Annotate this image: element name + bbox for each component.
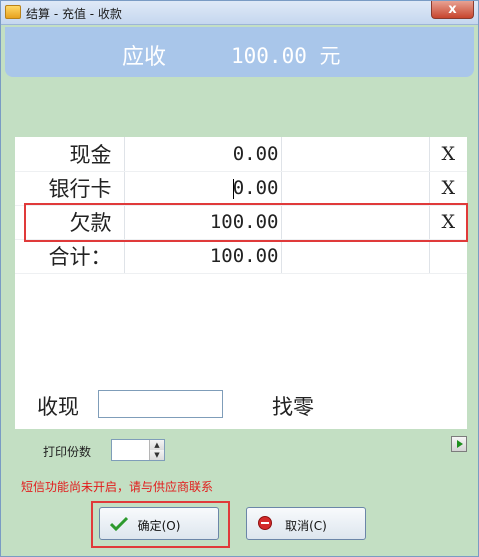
total-label: 合计： — [15, 239, 125, 274]
title-bar[interactable]: 结算 - 充值 - 收款 x — [1, 1, 478, 25]
payment-amount-input[interactable]: 0.00 — [124, 171, 282, 206]
spin-up-icon[interactable]: ▲ — [149, 440, 164, 450]
payment-amount-value: 0.00 — [232, 177, 279, 199]
payment-panel: 现金 0.00 X 银行卡 0.00 X 欠款 100.00 X 合计： 100… — [15, 137, 467, 429]
cancel-button-label: 取消(C) — [285, 519, 327, 533]
total-amount: 100.00 — [124, 239, 282, 274]
change-label: 找零 — [272, 395, 314, 419]
payment-name: 现金 — [15, 137, 125, 172]
payment-row-bank-card: 银行卡 0.00 X — [15, 171, 467, 206]
payment-blank-cell — [281, 171, 430, 206]
cash-received-input[interactable] — [98, 390, 223, 418]
clear-button[interactable]: X — [429, 137, 467, 172]
window-title: 结算 - 充值 - 收款 — [26, 7, 122, 21]
confirm-button[interactable]: 确定(O) — [99, 507, 219, 540]
total-clear-cell — [429, 239, 467, 274]
print-copies-label: 打印份数 — [43, 445, 92, 459]
amount-due-header: 应收 100.00 元 — [5, 27, 474, 77]
payment-blank-cell — [281, 137, 430, 172]
play-arrow-icon[interactable] — [451, 436, 467, 452]
confirm-button-label: 确定(O) — [137, 519, 181, 533]
clear-button[interactable]: X — [429, 171, 467, 206]
close-button[interactable]: x — [431, 1, 474, 19]
cash-received-label: 收现 — [37, 395, 79, 419]
spin-down-icon[interactable]: ▼ — [149, 450, 164, 460]
amount-due-value: 100.00 元 — [231, 44, 341, 68]
amount-due-label: 应收 — [122, 45, 167, 70]
cancel-button[interactable]: 取消(C) — [246, 507, 366, 540]
sms-notice: 短信功能尚未开启，请与供应商联系 — [21, 480, 214, 494]
app-icon — [5, 5, 21, 19]
print-copies-stepper[interactable]: ▲ ▼ — [111, 439, 165, 461]
checkout-window: 结算 - 充值 - 收款 x 应收 100.00 元 现金 0.00 X 银行卡… — [0, 0, 479, 557]
payment-row-total: 合计： 100.00 — [15, 239, 467, 274]
payment-name: 银行卡 — [15, 171, 125, 206]
credit-row-highlight — [24, 203, 468, 242]
payment-amount-input[interactable]: 0.00 — [124, 137, 282, 172]
payment-row-cash: 现金 0.00 X — [15, 137, 467, 172]
payment-blank-cell — [281, 239, 430, 274]
